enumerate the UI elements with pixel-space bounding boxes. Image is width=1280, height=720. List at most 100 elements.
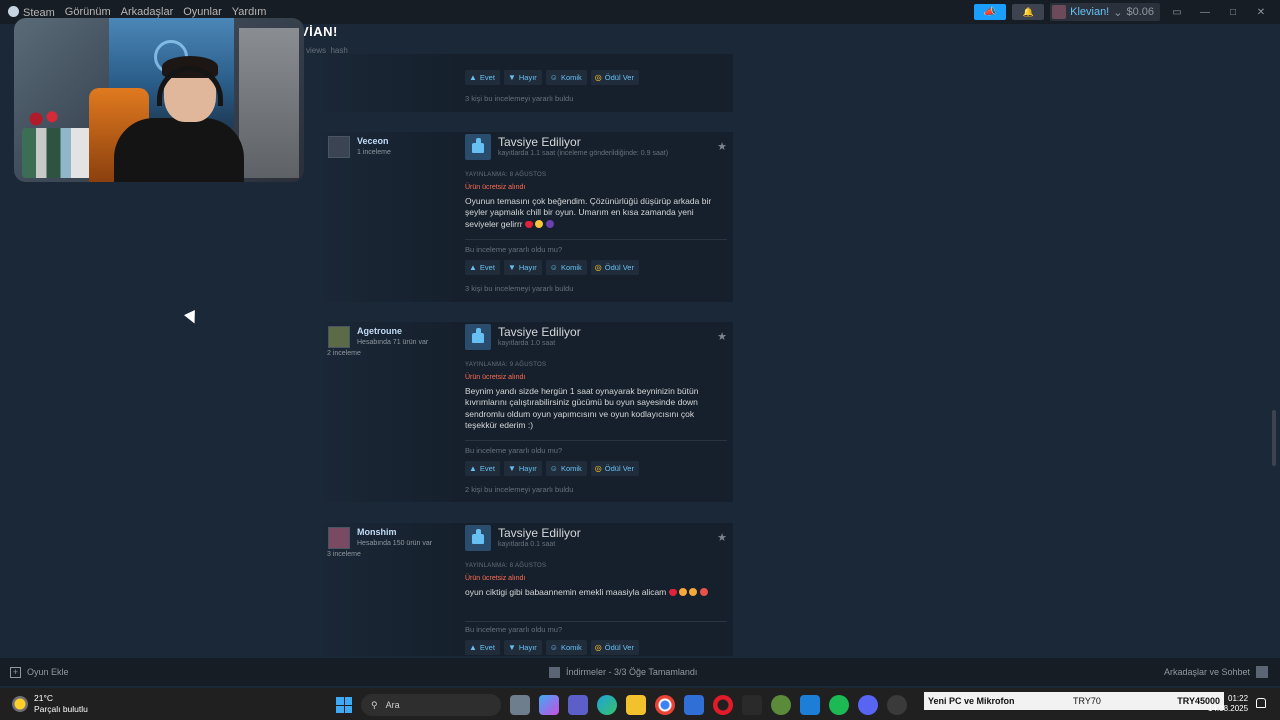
star-icon[interactable]: ★ (717, 330, 727, 343)
search-icon: ⚲ (371, 699, 378, 710)
edge-icon[interactable] (597, 695, 617, 715)
minimize-button[interactable]: — (1194, 3, 1216, 21)
maximize-button[interactable]: □ (1222, 3, 1244, 21)
main-menu: Steam Görünüm Arkadaşlar Oyunlar Yardım (0, 5, 267, 19)
spotify-icon[interactable] (829, 695, 849, 715)
avatar[interactable] (328, 527, 350, 549)
helpful-count: 3 kişi bu incelemeyi yararlı buldu (465, 284, 574, 293)
award-button[interactable]: ◎ Ödül Ver (590, 461, 639, 476)
thumbs-up-icon: ▲ (469, 73, 477, 82)
helpful-question: Bu inceleme yararlı oldu mu? (465, 245, 563, 254)
obs-icon[interactable] (800, 695, 820, 715)
steam-taskbar-icon[interactable] (887, 695, 907, 715)
menu-friends[interactable]: Arkadaşlar (121, 6, 174, 18)
notifications-button[interactable]: 🔔 (1012, 4, 1045, 20)
award-label: Ödül Ver (604, 464, 634, 473)
menu-steam[interactable]: Steam (8, 5, 55, 19)
weather-widget[interactable]: 21°C Parçalı bulutlu (12, 693, 88, 715)
vote-funny-button[interactable]: ☺ Komik (545, 640, 587, 655)
avatar[interactable] (328, 136, 350, 158)
vote-yes-button[interactable]: ▲ Evet (465, 461, 500, 476)
account-menu[interactable]: Klevian! ⌄ $0.06 (1050, 3, 1160, 21)
recommendation-title[interactable]: Tavsiye Ediliyor (498, 325, 581, 339)
menu-help[interactable]: Yardım (232, 6, 267, 18)
author-meta[interactable]: 1 inceleme (357, 149, 391, 156)
posted-date: YAYINLANMA: 8 AĞUSTOS (465, 563, 547, 569)
thumbs-up-icon (465, 525, 491, 551)
app-icon[interactable] (771, 695, 791, 715)
webcam-person-body (114, 118, 244, 182)
avatar[interactable] (328, 326, 350, 348)
review-text-content: oyun ciktigi gibi babaannemin emekli maa… (465, 587, 667, 597)
vote-no-label: Hayır (518, 263, 537, 272)
vote-yes-button[interactable]: ▲ Evet (465, 70, 500, 85)
big-picture-icon[interactable]: ▭ (1166, 3, 1188, 21)
vote-yes-button[interactable]: ▲ Evet (465, 640, 500, 655)
menu-games[interactable]: Oyunlar (183, 6, 222, 18)
helpful-question: Bu inceleme yararlı oldu mu? (465, 446, 563, 455)
file-explorer-icon[interactable] (626, 695, 646, 715)
menu-view[interactable]: Görünüm (65, 6, 111, 18)
author-name[interactable]: Veceon (357, 136, 389, 146)
bell-icon: 🔔 (1022, 6, 1034, 17)
weather-icon (12, 696, 28, 712)
chrome-icon[interactable] (655, 695, 675, 715)
award-button[interactable]: ◎ Ödül Ver (590, 70, 639, 85)
award-label: Ödül Ver (604, 73, 634, 82)
taskbar-search-input[interactable]: ⚲ Ara (361, 694, 501, 716)
vote-funny-button[interactable]: ☺ Komik (545, 260, 587, 275)
star-icon[interactable]: ★ (717, 140, 727, 153)
media-app-icon[interactable] (742, 695, 762, 715)
windows-start-icon[interactable] (336, 697, 352, 713)
free-product-tag: Ürün ücretsiz alındı (465, 184, 526, 191)
store-icon[interactable] (684, 695, 704, 715)
friends-chat-button[interactable]: Arkadaşlar ve Sohbet (1164, 666, 1268, 678)
download-icon (549, 666, 560, 678)
opera-icon[interactable] (713, 695, 733, 715)
playtime: kayıtlarda 1.1 saat (inceleme gönderildi… (498, 150, 669, 157)
author-name[interactable]: Monshim (357, 527, 397, 537)
clock-time: 01:22 (1228, 694, 1249, 703)
announcements-button[interactable]: 📣 (974, 4, 1007, 20)
scrollbar-thumb[interactable] (1272, 410, 1276, 466)
award-button[interactable]: ◎ Ödül Ver (590, 640, 639, 655)
author-review-count[interactable]: 2 inceleme (327, 350, 361, 357)
star-icon[interactable]: ★ (717, 531, 727, 544)
vote-no-button[interactable]: ▼ Hayır (503, 70, 542, 85)
close-button[interactable]: ✕ (1250, 3, 1272, 21)
vote-no-button[interactable]: ▼ Hayır (503, 461, 542, 476)
copilot-icon[interactable] (539, 695, 559, 715)
mouse-cursor-icon (184, 310, 200, 326)
avatar (1052, 5, 1067, 19)
teams-icon[interactable] (568, 695, 588, 715)
system-clock[interactable]: 01:22 14.08.2025 (1208, 694, 1248, 714)
user-name: Klevian! (1070, 6, 1110, 18)
vote-funny-label: Komik (560, 73, 582, 82)
recommendation-title[interactable]: Tavsiye Ediliyor (498, 135, 581, 149)
author-name[interactable]: Agetroune (357, 326, 402, 336)
vote-no-button[interactable]: ▼ Hayır (503, 640, 542, 655)
vote-no-label: Hayır (518, 73, 537, 82)
review-author-panel: Monshim Hesabında 150 ürün var 3 incelem… (322, 523, 456, 656)
vote-funny-button[interactable]: ☺ Komik (545, 70, 587, 85)
notification-bell-icon[interactable] (1256, 698, 1266, 708)
vote-no-button[interactable]: ▼ Hayır (503, 260, 542, 275)
task-view-icon[interactable] (510, 695, 530, 715)
author-meta[interactable]: Hesabında 71 ürün var (357, 339, 428, 346)
smile-icon: ☺ (549, 73, 558, 82)
author-meta[interactable]: Hesabında 150 ürün var (357, 540, 432, 547)
vote-funny-button[interactable]: ☺ Komik (545, 461, 587, 476)
vote-yes-button[interactable]: ▲ Evet (465, 260, 500, 275)
vote-row: ▲ Evet ▼ Hayır ☺ Komik ◎ Ödül Ver (465, 70, 639, 85)
friends-label: Arkadaşlar ve Sohbet (1163, 667, 1250, 677)
award-button[interactable]: ◎ Ödül Ver (590, 260, 639, 275)
recommendation-title[interactable]: Tavsiye Ediliyor (498, 526, 581, 540)
review-card: Veceon 1 inceleme Tavsiye Ediliyor kayıt… (322, 132, 733, 302)
vote-yes-label: Evet (479, 263, 495, 272)
discord-icon[interactable] (858, 695, 878, 715)
thumbs-down-icon: ▼ (507, 643, 516, 652)
author-review-count[interactable]: 3 inceleme (327, 551, 361, 558)
smile-icon: ☺ (549, 643, 558, 652)
add-game-button[interactable]: + Oyun Ekle (10, 666, 69, 678)
downloads-status[interactable]: İndirmeler - 3/3 Öğe Tamamlandı (549, 666, 697, 678)
